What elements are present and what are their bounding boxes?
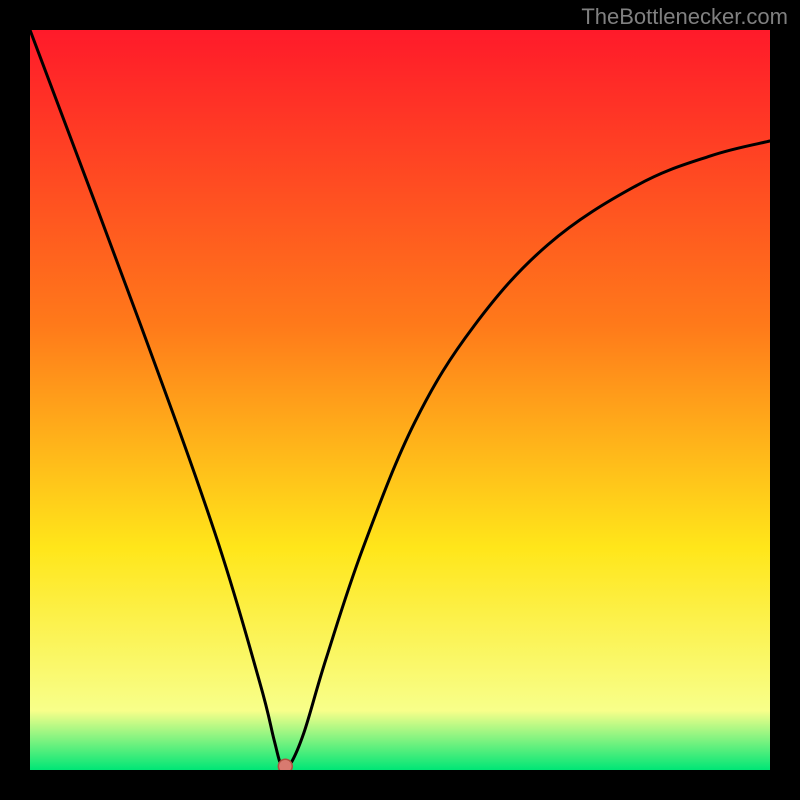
chart-svg <box>30 30 770 770</box>
plot-area <box>30 30 770 770</box>
watermark-text: TheBottlenecker.com <box>581 4 788 30</box>
chart-frame: TheBottlenecker.com <box>0 0 800 800</box>
minimum-marker <box>278 759 292 770</box>
gradient-background <box>30 30 770 770</box>
